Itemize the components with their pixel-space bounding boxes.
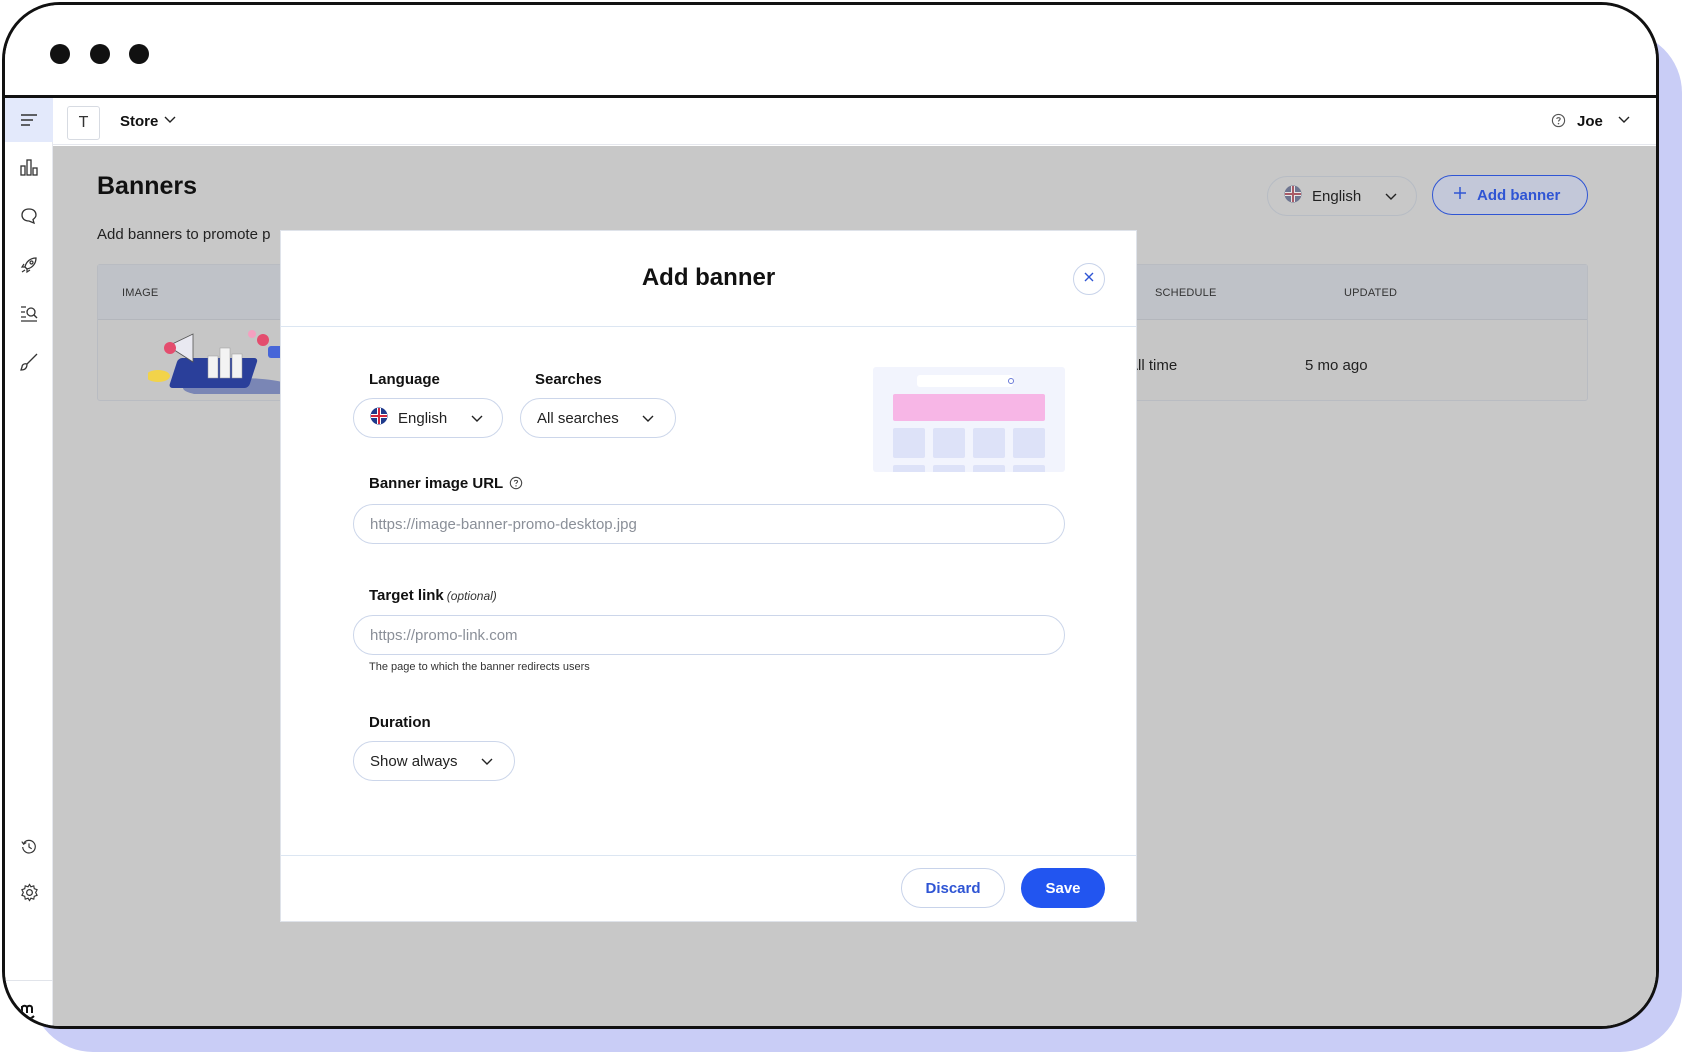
- image-url-field-label: Banner image URL: [369, 475, 523, 494]
- searches-field-label: Searches: [535, 371, 602, 388]
- window-dot-maximize[interactable]: [129, 44, 149, 64]
- chevron-down-icon: [470, 411, 484, 425]
- chat-icon[interactable]: [5, 194, 53, 238]
- target-link-field-label: Target link (optional): [369, 587, 497, 604]
- searches-select-value: All searches: [537, 409, 619, 427]
- rocket-icon[interactable]: [5, 243, 53, 287]
- column-header-updated: UPDATED: [1344, 287, 1398, 299]
- chevron-down-icon: [480, 754, 494, 768]
- target-link-help-text: The page to which the banner redirects u…: [369, 661, 590, 673]
- language-selector[interactable]: English: [1267, 176, 1417, 216]
- history-icon[interactable]: [5, 825, 53, 869]
- store-switcher-label[interactable]: Store: [120, 113, 158, 130]
- menu-icon[interactable]: [5, 98, 53, 142]
- language-field-label: Language: [369, 371, 440, 388]
- chevron-down-icon[interactable]: [163, 112, 177, 131]
- page-subtitle: Add banners to promote p: [97, 226, 271, 243]
- language-selector-label: English: [1312, 187, 1362, 205]
- dialog-header: Add banner: [281, 231, 1136, 327]
- window-dot-minimize[interactable]: [90, 44, 110, 64]
- analytics-icon[interactable]: [5, 145, 53, 189]
- help-icon[interactable]: [1551, 113, 1566, 133]
- optional-hint: (optional): [446, 589, 497, 603]
- dialog-footer: Discard Save: [281, 855, 1136, 923]
- close-button[interactable]: [1073, 263, 1105, 295]
- sidebar: [5, 98, 53, 1026]
- language-select[interactable]: English: [353, 398, 503, 438]
- searches-select[interactable]: All searches: [520, 398, 676, 438]
- duration-select-value: Show always: [370, 752, 458, 770]
- top-navigation-bar: T Store Joe: [5, 98, 1656, 145]
- search-list-icon[interactable]: [5, 291, 53, 335]
- save-button[interactable]: Save: [1021, 868, 1105, 908]
- column-header-schedule: SCHEDULE: [1155, 287, 1217, 299]
- image-url-label-text: Banner image URL: [369, 475, 503, 492]
- add-banner-button[interactable]: Add banner: [1432, 175, 1588, 215]
- chevron-down-icon: [1384, 189, 1398, 203]
- banner-placement-preview: [873, 367, 1065, 472]
- uk-flag-icon: [1284, 185, 1302, 207]
- plus-icon: [1453, 186, 1467, 204]
- target-link-label-text: Target link: [369, 587, 444, 604]
- add-banner-dialog: Add banner Language English Searches All…: [280, 230, 1137, 922]
- window-titlebar: [5, 5, 1656, 98]
- duration-select[interactable]: Show always: [353, 741, 515, 781]
- brush-icon[interactable]: [5, 340, 53, 384]
- sidebar-divider: [5, 980, 53, 981]
- target-link-input[interactable]: [353, 615, 1065, 655]
- close-icon: [1083, 270, 1095, 288]
- gear-icon[interactable]: [5, 870, 53, 914]
- info-icon[interactable]: [509, 476, 523, 494]
- chevron-down-icon[interactable]: [1617, 112, 1631, 131]
- store-avatar[interactable]: T: [67, 106, 100, 140]
- add-banner-button-label: Add banner: [1477, 186, 1561, 204]
- chevron-down-icon: [641, 411, 655, 425]
- banner-thumbnail-image[interactable]: [146, 328, 293, 398]
- uk-flag-icon: [370, 407, 388, 429]
- app-window: T Store Joe Banners Add banners to promo…: [2, 2, 1659, 1029]
- window-dot-close[interactable]: [50, 44, 70, 64]
- user-menu-label[interactable]: Joe: [1577, 113, 1603, 130]
- logo-icon[interactable]: [5, 989, 53, 1026]
- row-updated: 5 mo ago: [1305, 357, 1368, 374]
- duration-field-label: Duration: [369, 714, 431, 731]
- image-url-input[interactable]: [353, 504, 1065, 544]
- page-title: Banners: [97, 172, 198, 200]
- discard-button[interactable]: Discard: [901, 868, 1005, 908]
- language-select-value: English: [398, 409, 448, 427]
- dialog-title: Add banner: [641, 264, 776, 291]
- column-header-image: IMAGE: [122, 287, 159, 299]
